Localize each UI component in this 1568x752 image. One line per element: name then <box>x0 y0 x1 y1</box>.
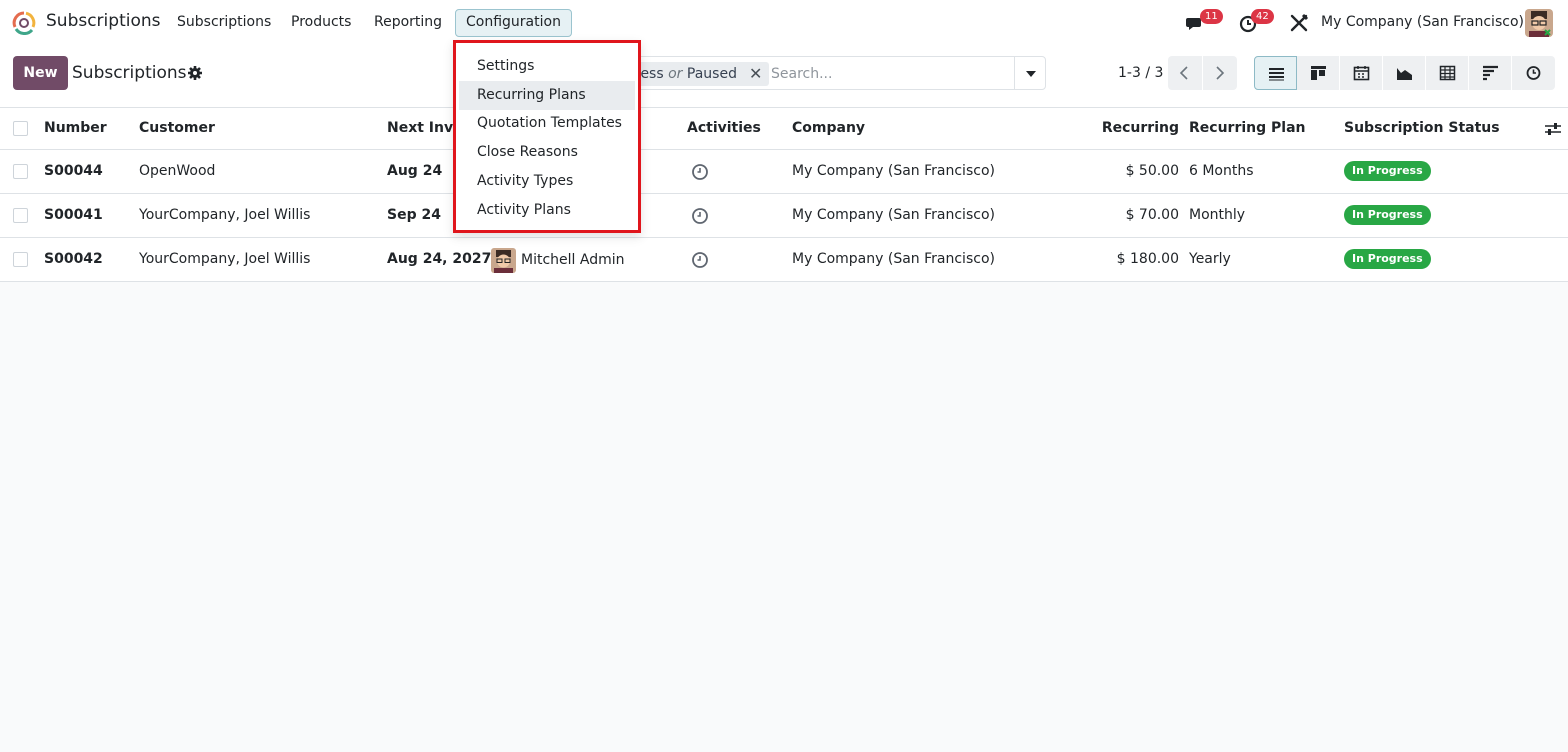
salesperson-avatar <box>491 248 516 273</box>
cell-recurring-plan: Yearly <box>1189 251 1231 267</box>
top-navbar: Subscriptions Subscriptions Products Rep… <box>0 0 1568 46</box>
column-recurring-plan[interactable]: Recurring Plan <box>1189 120 1305 136</box>
cell-recurring-plan: 6 Months <box>1189 163 1254 179</box>
cell-number: S00041 <box>44 207 103 223</box>
graph-view-button[interactable] <box>1383 56 1426 90</box>
select-all-checkbox[interactable] <box>13 121 28 136</box>
gantt-view-icon <box>1483 65 1498 81</box>
column-recurring[interactable]: Recurring <box>1102 120 1179 136</box>
search-input[interactable] <box>771 62 1011 86</box>
gantt-view-button[interactable] <box>1469 56 1512 90</box>
cell-recurring-plan: Monthly <box>1189 207 1246 223</box>
pager-next-button[interactable] <box>1203 56 1237 90</box>
row-checkbox[interactable] <box>13 252 28 267</box>
user-avatar[interactable] <box>1525 9 1553 37</box>
column-customer[interactable]: Customer <box>139 120 215 136</box>
activity-clock-icon[interactable] <box>691 207 709 225</box>
kanban-view-icon <box>1311 66 1326 80</box>
tools-icon[interactable] <box>1288 12 1310 34</box>
row-checkbox[interactable] <box>13 208 28 223</box>
column-number[interactable]: Number <box>44 120 107 136</box>
cell-next-invoice: Aug 24 <box>387 163 443 179</box>
menu-reporting[interactable]: Reporting <box>374 14 442 30</box>
facet-remove-icon[interactable]: ✕ <box>749 62 763 86</box>
column-settings-icon[interactable] <box>1544 122 1562 136</box>
facet-or: or <box>668 66 683 82</box>
pager-previous-button[interactable] <box>1168 56 1202 90</box>
gear-icon[interactable] <box>187 65 203 81</box>
list-header: Number Customer Next Invo Activities Com… <box>0 108 1568 150</box>
search-options-toggle[interactable] <box>1014 57 1045 89</box>
activity-clock-icon[interactable] <box>691 163 709 181</box>
search-bar: ress or Paused ✕ <box>620 56 1046 90</box>
activities-badge: 42 <box>1251 9 1274 24</box>
facet-value-end: Paused <box>686 66 737 82</box>
cell-customer: YourCompany, Joel Willis <box>139 207 311 223</box>
messages-badge: 11 <box>1200 9 1223 24</box>
page-title[interactable]: Subscriptions <box>72 63 186 83</box>
menu-item-settings[interactable]: Settings <box>459 52 635 81</box>
menu-item-recurring-plans[interactable]: Recurring Plans <box>459 81 635 110</box>
control-panel: New Subscriptions ress or Paused ✕ 1-3 /… <box>0 46 1568 108</box>
cell-customer: YourCompany, Joel Willis <box>139 251 311 267</box>
activity-view-button[interactable] <box>1512 56 1555 90</box>
calendar-view-icon <box>1353 66 1370 81</box>
pivot-view-icon <box>1439 65 1456 81</box>
cell-number: S00042 <box>44 251 103 267</box>
menu-subscriptions[interactable]: Subscriptions <box>177 14 271 30</box>
table-row[interactable]: S00044 OpenWood Aug 24 My Company (San F… <box>0 150 1568 194</box>
column-activities[interactable]: Activities <box>687 120 761 136</box>
subscriptions-list: Number Customer Next Invo Activities Com… <box>0 108 1568 282</box>
kanban-view-button[interactable] <box>1297 56 1340 90</box>
pager-value[interactable]: 1-3 / 3 <box>1118 65 1163 81</box>
cell-recurring: $ 180.00 <box>1116 251 1179 267</box>
cell-recurring: $ 70.00 <box>1125 207 1179 223</box>
cell-next-invoice: Sep 24 <box>387 207 441 223</box>
activity-view-icon <box>1526 66 1541 80</box>
column-next-invoice[interactable]: Next Invo <box>387 120 463 136</box>
menu-item-activity-types[interactable]: Activity Types <box>459 167 635 196</box>
cell-company: My Company (San Francisco) <box>792 207 995 223</box>
list-view-icon <box>1269 68 1284 81</box>
company-switcher[interactable]: My Company (San Francisco) <box>1321 14 1524 30</box>
cell-number: S00044 <box>44 163 103 179</box>
menu-products[interactable]: Products <box>291 14 351 30</box>
menu-item-activity-plans[interactable]: Activity Plans <box>459 196 635 225</box>
configuration-dropdown: Settings Recurring Plans Quotation Templ… <box>453 40 641 233</box>
menu-configuration[interactable]: Configuration <box>455 9 572 37</box>
cell-customer: OpenWood <box>139 163 216 179</box>
column-subscription-status[interactable]: Subscription Status <box>1344 120 1500 136</box>
new-button[interactable]: New <box>13 56 68 90</box>
row-checkbox[interactable] <box>13 164 28 179</box>
cell-next-invoice: Aug 24, 2027 <box>387 251 492 267</box>
calendar-view-button[interactable] <box>1340 56 1383 90</box>
cell-company: My Company (San Francisco) <box>792 251 995 267</box>
cell-recurring: $ 50.00 <box>1125 163 1179 179</box>
status-badge: In Progress <box>1344 161 1431 181</box>
graph-view-icon <box>1397 68 1412 80</box>
app-logo-icon[interactable] <box>12 11 36 35</box>
cell-salesperson: Mitchell Admin <box>521 252 625 268</box>
status-badge: In Progress <box>1344 249 1431 269</box>
cell-company: My Company (San Francisco) <box>792 163 995 179</box>
app-title[interactable]: Subscriptions <box>46 11 160 31</box>
column-company[interactable]: Company <box>792 120 865 136</box>
menu-item-quotation-templates[interactable]: Quotation Templates <box>459 109 635 138</box>
table-row[interactable]: S00042 YourCompany, Joel Willis Aug 24, … <box>0 238 1568 282</box>
status-badge: In Progress <box>1344 205 1431 225</box>
pivot-view-button[interactable] <box>1426 56 1469 90</box>
chevron-right-icon <box>1216 66 1225 80</box>
list-view-button[interactable] <box>1254 56 1297 90</box>
menu-item-close-reasons[interactable]: Close Reasons <box>459 138 635 167</box>
filter-facet[interactable]: ress or Paused ✕ <box>625 62 769 86</box>
chevron-left-icon <box>1179 66 1188 80</box>
table-row[interactable]: S00041 YourCompany, Joel Willis Sep 24 M… <box>0 194 1568 238</box>
activity-clock-icon[interactable] <box>691 251 709 269</box>
